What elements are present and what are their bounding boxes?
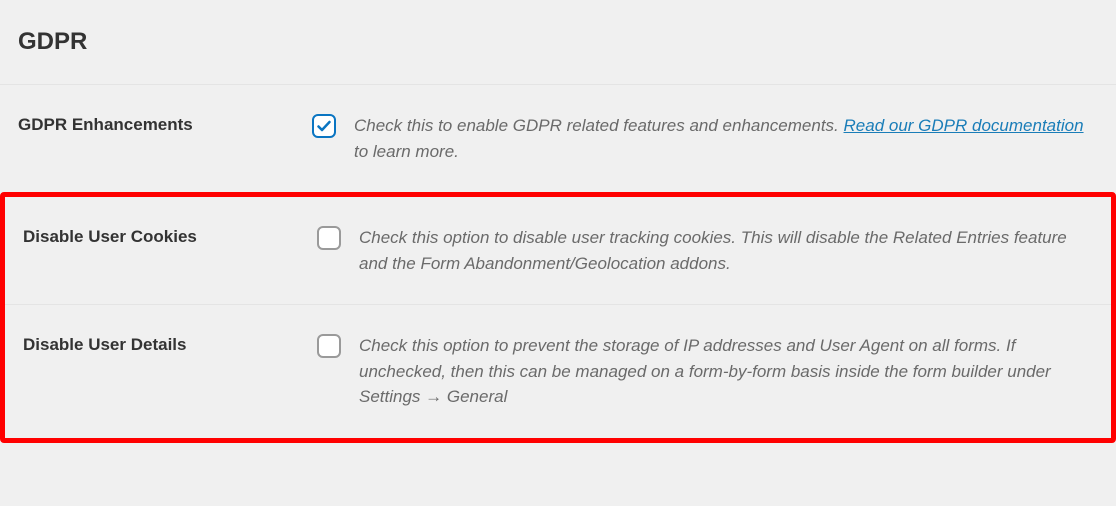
setting-control: Check this to enable GDPR related featur… bbox=[312, 113, 1098, 164]
setting-control: Check this option to prevent the storage… bbox=[317, 333, 1093, 410]
checkbox-wrap bbox=[312, 114, 336, 138]
setting-control: Check this option to disable user tracki… bbox=[317, 225, 1093, 276]
checkbox-wrap bbox=[317, 334, 341, 358]
setting-row-gdpr-enhancements: GDPR Enhancements Check this to enable G… bbox=[0, 84, 1116, 192]
desc-text-before: Check this to enable GDPR related featur… bbox=[354, 116, 844, 135]
checkmark-icon bbox=[316, 118, 332, 134]
setting-row-disable-details: Disable User Details Check this option t… bbox=[5, 304, 1111, 438]
desc-text-after: to learn more. bbox=[354, 142, 459, 161]
highlighted-settings-box: Disable User Cookies Check this option t… bbox=[0, 192, 1116, 443]
disable-details-desc: Check this option to prevent the storage… bbox=[359, 333, 1093, 410]
gdpr-enhancements-desc: Check this to enable GDPR related featur… bbox=[354, 113, 1098, 164]
gdpr-enhancements-checkbox[interactable] bbox=[312, 114, 336, 138]
gdpr-documentation-link[interactable]: Read our GDPR documentation bbox=[844, 116, 1084, 135]
disable-cookies-checkbox[interactable] bbox=[317, 226, 341, 250]
disable-details-checkbox[interactable] bbox=[317, 334, 341, 358]
gdpr-settings-panel: GDPR GDPR Enhancements Check this to ena… bbox=[0, 0, 1116, 443]
setting-label-disable-cookies: Disable User Cookies bbox=[23, 225, 317, 247]
setting-label-disable-details: Disable User Details bbox=[23, 333, 317, 355]
setting-label-gdpr-enhancements: GDPR Enhancements bbox=[18, 113, 312, 135]
checkbox-wrap bbox=[317, 226, 341, 250]
disable-cookies-desc: Check this option to disable user tracki… bbox=[359, 225, 1093, 276]
setting-row-disable-cookies: Disable User Cookies Check this option t… bbox=[5, 197, 1111, 304]
section-title: GDPR bbox=[0, 0, 1116, 84]
